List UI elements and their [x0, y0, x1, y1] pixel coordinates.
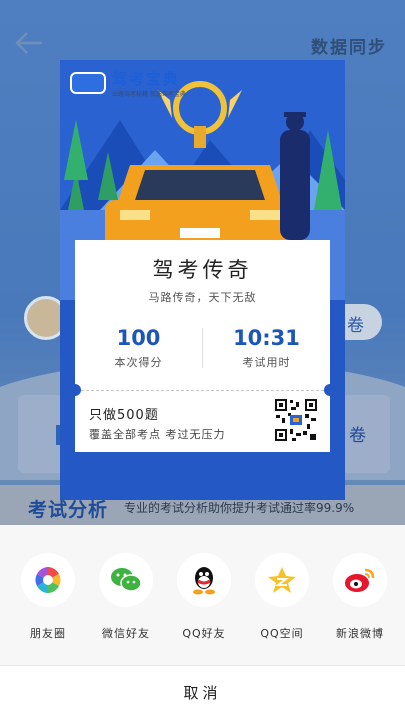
share-moments-label: 朋友圈 — [30, 627, 66, 640]
dashed-divider — [81, 390, 324, 391]
share-sheet: 朋友圈 微信好友 QQ好友 QQ空间 新浪微博 取消 — [0, 525, 405, 720]
cancel-button[interactable]: 取消 — [0, 666, 405, 720]
share-options: 朋友圈 微信好友 QQ好友 QQ空间 新浪微博 — [0, 553, 405, 653]
brand-name: 驾考宝典 — [112, 70, 181, 88]
share-weibo-label: 新浪微博 — [336, 627, 384, 640]
share-wechat[interactable]: 微信好友 — [91, 553, 161, 641]
share-poster: 驾考宝典 出路驾考秘籍 就选驾考宝典 驾考传奇 马路传奇，天下无敌 100 本次… — [60, 60, 345, 500]
promo-subline: 覆盖全部考点 考过无压力 — [89, 428, 226, 441]
qq-icon — [177, 553, 231, 607]
back-arrow-icon[interactable] — [14, 30, 44, 56]
brand-slogan: 出路驾考秘籍 就选驾考宝典 — [112, 91, 186, 98]
result-title: 驾考传奇 — [152, 258, 253, 282]
share-qq[interactable]: QQ好友 — [169, 553, 239, 641]
promo-headline: 只做500题 — [89, 408, 159, 423]
weibo-icon — [333, 553, 387, 607]
time-label: 考试用时 — [242, 356, 291, 369]
exam-analysis-desc: 专业的考试分析助你提升考试通过率99.9% — [124, 501, 355, 515]
car-logo-icon — [70, 72, 106, 94]
ticket-notch-right — [324, 384, 336, 396]
share-qzone-label: QQ空间 — [260, 627, 304, 640]
score-value: 100 — [116, 326, 161, 350]
moments-icon — [21, 553, 75, 607]
pill-label: 卷 — [347, 316, 364, 336]
share-wechat-label: 微信好友 — [102, 627, 150, 640]
share-qzone[interactable]: QQ空间 — [247, 553, 317, 641]
time-value: 10:31 — [233, 326, 300, 350]
time-stat: 10:31 考试用时 — [203, 326, 330, 370]
qr-code-icon — [274, 398, 318, 442]
result-subtitle: 马路传奇，天下无敌 — [148, 291, 257, 304]
brand-logo: 驾考宝典 出路驾考秘籍 就选驾考宝典 — [70, 68, 186, 98]
share-moments[interactable]: 朋友圈 — [13, 553, 83, 641]
qzone-icon — [255, 553, 309, 607]
share-weibo[interactable]: 新浪微博 — [325, 553, 395, 641]
ticket-notch-left — [69, 384, 81, 396]
card-right-label: 卷 — [349, 426, 366, 446]
result-card: 驾考传奇 马路传奇，天下无敌 100 本次得分 10:31 考试用时 只做500… — [69, 240, 336, 452]
share-qq-label: QQ好友 — [182, 627, 226, 640]
score-label: 本次得分 — [114, 356, 163, 369]
wechat-icon — [99, 553, 153, 607]
data-sync-button[interactable]: 数据同步 — [311, 33, 387, 58]
score-stat: 100 本次得分 — [75, 326, 202, 370]
